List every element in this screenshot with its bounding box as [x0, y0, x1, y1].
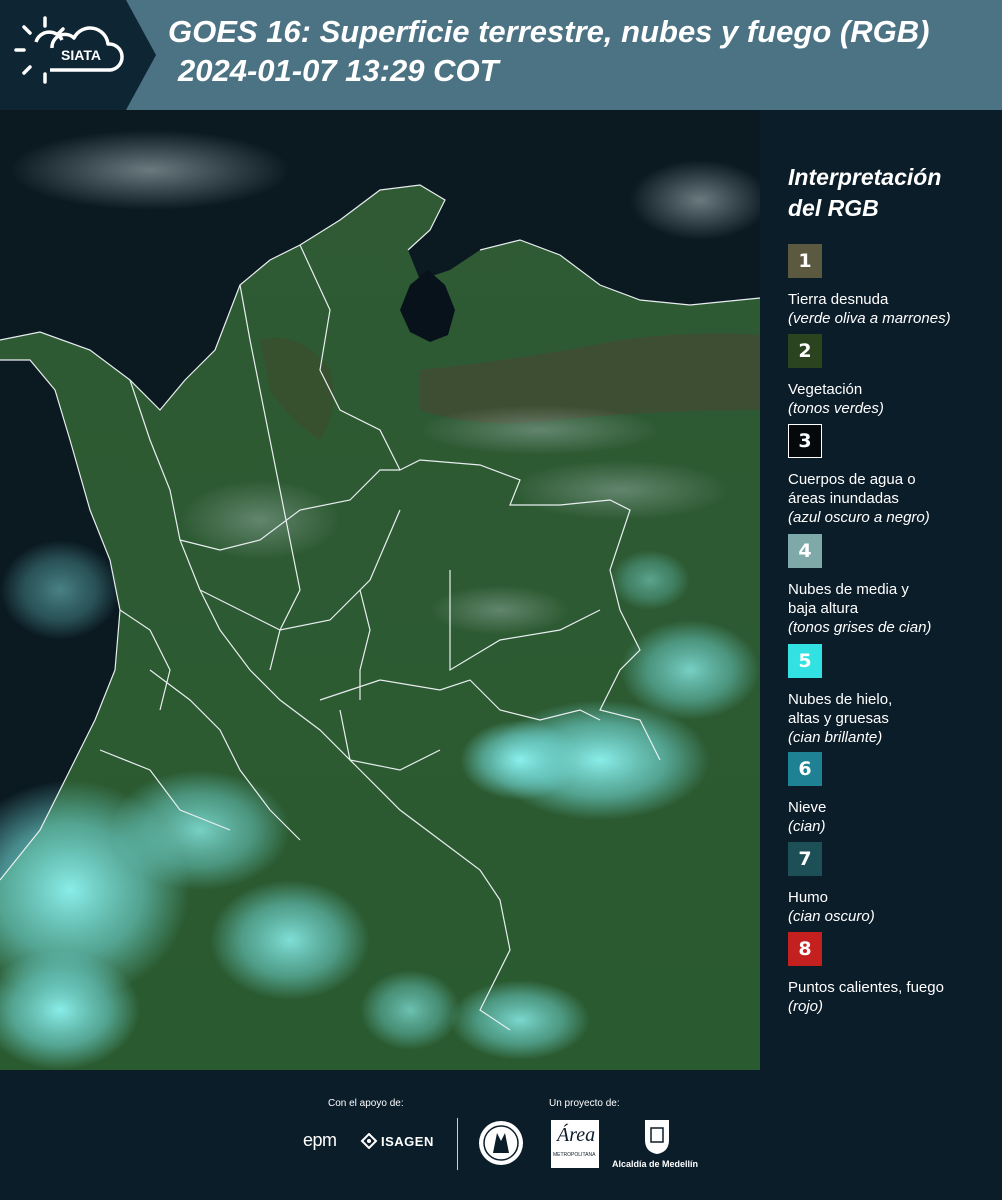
legend-label-line2: baja altura — [788, 600, 859, 617]
legend-panel: Interpretación del RGB 1 Tierra desnuda … — [760, 110, 1002, 1070]
area-metropolitana-logo: Área METROPOLITANA — [551, 1120, 599, 1168]
legend-label: Vegetación — [788, 381, 863, 398]
satellite-map[interactable] — [0, 110, 760, 1070]
area-logo-subtext: METROPOLITANA — [553, 1152, 596, 1158]
legend-item-fire: 8 Puntos calientes, fuego (rojo) — [788, 932, 998, 1016]
legend-label-line2: áreas inundadas — [788, 490, 899, 507]
legend-swatch: 3 — [788, 424, 822, 458]
legend-item-water: 3 Cuerpos de agua o áreas inundadas (azu… — [788, 424, 998, 527]
timestamp: 2024-01-07 13:29 COT — [178, 53, 499, 88]
area-logo-text: Área — [557, 1124, 596, 1146]
legend-label: Puntos calientes, fuego — [788, 979, 944, 996]
legend-title: Interpretación del RGB — [788, 162, 941, 224]
alcaldia-shield-icon — [645, 1120, 669, 1154]
legend-swatch: 7 — [788, 842, 822, 876]
support-label: Con el apoyo de: — [328, 1098, 404, 1109]
legend-title-line1: Interpretación — [788, 164, 942, 190]
siata-logo-text: SIATA — [61, 47, 101, 63]
page-title: GOES 16: Superficie terrestre, nubes y f… — [168, 14, 930, 49]
legend-item-vegetation: 2 Vegetación (tonos verdes) — [788, 334, 998, 418]
legend-item-snow: 6 Nieve (cian) — [788, 752, 998, 836]
legend-label: Nubes de hielo, — [788, 691, 893, 708]
epm-logo: epm — [303, 1130, 337, 1150]
legend-swatch: 2 — [788, 334, 822, 368]
legend-label-line2: altas y gruesas — [788, 710, 889, 727]
footer-divider — [457, 1118, 458, 1170]
legend-swatch: 4 — [788, 534, 822, 568]
legend-note: (verde oliva a marrones) — [788, 310, 951, 327]
legend-note: (rojo) — [788, 998, 824, 1015]
legend-title-line2: del RGB — [788, 195, 879, 221]
legend-note: (cian oscuro) — [788, 908, 875, 925]
legend-label: Humo — [788, 889, 829, 906]
university-seal-icon — [479, 1121, 523, 1165]
alcaldia-logo-text: Alcaldía de Medellín — [612, 1159, 699, 1169]
legend-note: (cian brillante) — [788, 729, 883, 746]
legend-note: (cian) — [788, 818, 826, 835]
legend-label: Cuerpos de agua o — [788, 471, 916, 488]
legend-note: (tonos grises de cian) — [788, 619, 932, 636]
header-bar: SIATA GOES 16: Superficie terrestre, nub… — [0, 0, 1002, 110]
legend-note: (azul oscuro a negro) — [788, 509, 930, 526]
isagen-icon — [360, 1133, 378, 1149]
legend-swatch: 8 — [788, 932, 822, 966]
legend-label: Tierra desnuda — [788, 291, 889, 308]
legend-item-smoke: 7 Humo (cian oscuro) — [788, 842, 998, 926]
legend-item-bare-soil: 1 Tierra desnuda (verde oliva a marrones… — [788, 244, 998, 328]
siata-logo: SIATA — [0, 0, 156, 110]
legend-label: Nubes de media y — [788, 581, 909, 598]
footer: Con el apoyo de: Un proyecto de: epm ISA… — [0, 1070, 1002, 1200]
isagen-logo: ISAGEN — [381, 1134, 434, 1149]
project-label: Un proyecto de: — [549, 1098, 620, 1109]
legend-note: (tonos verdes) — [788, 400, 884, 417]
legend-swatch: 1 — [788, 244, 822, 278]
legend-item-low-clouds: 4 Nubes de media y baja altura (tonos gr… — [788, 534, 998, 637]
legend-item-ice-clouds: 5 Nubes de hielo, altas y gruesas (cian … — [788, 644, 998, 747]
legend-label: Nieve — [788, 799, 827, 816]
legend-swatch: 6 — [788, 752, 822, 786]
legend-swatch: 5 — [788, 644, 822, 678]
